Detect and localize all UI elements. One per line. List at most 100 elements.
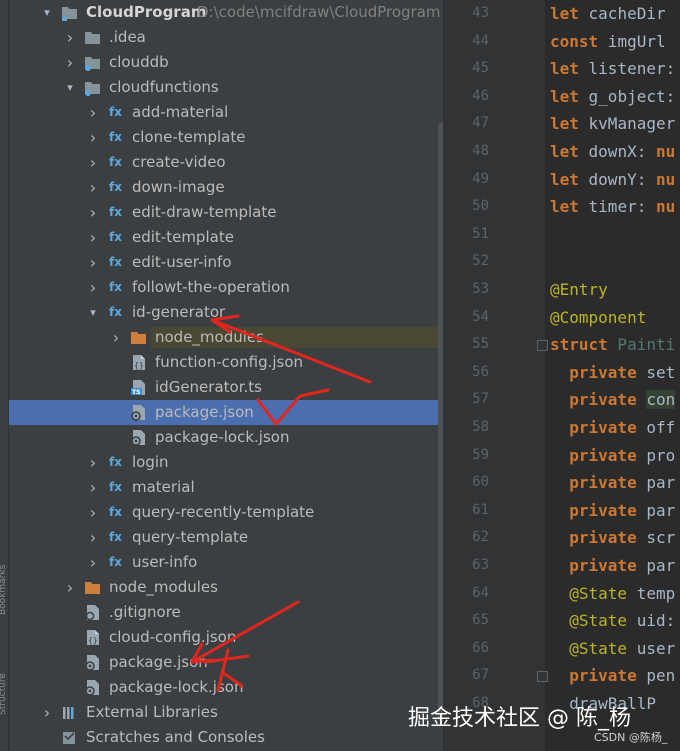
- tree-row[interactable]: {} cloud-config.json: [9, 625, 443, 650]
- tree-row[interactable]: › fx clone-template: [9, 125, 443, 150]
- chevron-down-icon[interactable]: ▾: [85, 300, 101, 325]
- tree-row[interactable]: › clouddb: [9, 50, 443, 75]
- chevron-right-icon[interactable]: ›: [85, 125, 101, 150]
- code-line[interactable]: @Component: [550, 304, 646, 331]
- fold-marker-icon[interactable]: [537, 671, 548, 683]
- chevron-right-icon[interactable]: ›: [62, 25, 78, 50]
- code-line[interactable]: let downY: nu: [550, 166, 675, 193]
- line-number: 47: [472, 115, 489, 132]
- tree-row[interactable]: › External Libraries: [9, 700, 443, 725]
- tree-row[interactable]: package.json: [9, 650, 443, 675]
- tree-row[interactable]: › fx down-image: [9, 175, 443, 200]
- code-line[interactable]: @State uid:: [550, 607, 675, 634]
- npm-file-icon: [84, 654, 101, 671]
- code-line[interactable]: private scr: [550, 524, 675, 551]
- code-line[interactable]: struct Painti: [550, 331, 675, 358]
- tree-row[interactable]: ▾ CloudProgram D:\code\mcifdraw\CloudProgr…: [9, 0, 443, 25]
- code-line[interactable]: private set: [550, 359, 675, 386]
- chevron-right-icon[interactable]: ›: [85, 175, 101, 200]
- tree-row[interactable]: › fx query-template: [9, 525, 443, 550]
- code-line[interactable]: @Entry: [550, 276, 608, 303]
- chevron-right-icon[interactable]: ›: [85, 500, 101, 525]
- tree-row-label: followt-the-operation: [132, 278, 290, 296]
- tree-row[interactable]: ▾ cloudfunctions: [9, 75, 443, 100]
- tree-row[interactable]: › fx create-video: [9, 150, 443, 175]
- chevron-right-icon[interactable]: ›: [85, 550, 101, 575]
- code-editor[interactable]: let cacheDir const imgUrl let listener: let…: [545, 0, 680, 751]
- line-number: 51: [472, 225, 489, 242]
- fx-icon: fx: [109, 180, 122, 194]
- chevron-right-icon[interactable]: ›: [62, 50, 78, 75]
- tree-row[interactable]: › fx login: [9, 450, 443, 475]
- chevron-right-icon[interactable]: ›: [39, 700, 55, 725]
- tree-row[interactable]: ▾ fx id-generator: [9, 300, 443, 325]
- code-line[interactable]: private pen: [550, 662, 675, 689]
- tree-row[interactable]: package-lock.json: [9, 425, 443, 450]
- tree-row[interactable]: package-lock.json: [9, 675, 443, 700]
- chevron-right-icon[interactable]: ›: [85, 225, 101, 250]
- code-token: nu: [655, 169, 676, 189]
- code-token: user: [627, 638, 676, 658]
- chevron-right-icon[interactable]: ›: [85, 275, 101, 300]
- code-token: @Component: [550, 307, 647, 327]
- tree-row[interactable]: › fx add-material: [9, 100, 443, 125]
- line-number: 56: [472, 363, 489, 380]
- tree-row[interactable]: › fx edit-template: [9, 225, 443, 250]
- text-file-icon: [84, 604, 101, 621]
- tree-row[interactable]: Scratches and Consoles: [9, 725, 443, 750]
- code-line[interactable]: let cacheDir: [550, 0, 666, 27]
- line-number: 43: [472, 5, 489, 21]
- code-line[interactable]: let timer: nu: [550, 193, 675, 220]
- code-line[interactable]: let kvManager: [550, 110, 675, 137]
- fx-icon: fx: [109, 280, 122, 294]
- code-line[interactable]: @State temp: [550, 580, 675, 607]
- code-line[interactable]: let listener:: [550, 55, 675, 82]
- tree-row[interactable]: › fx edit-user-info: [9, 250, 443, 275]
- chevron-right-icon[interactable]: ›: [85, 150, 101, 175]
- code-line[interactable]: @State user: [550, 635, 675, 662]
- chevron-right-icon[interactable]: ›: [85, 200, 101, 225]
- tree-row[interactable]: package.json: [9, 400, 443, 425]
- chevron-right-icon[interactable]: ›: [62, 575, 78, 600]
- tree-row[interactable]: › fx material: [9, 475, 443, 500]
- code-line[interactable]: private con: [550, 386, 676, 413]
- tree-row[interactable]: › fx edit-draw-template: [9, 200, 443, 225]
- chevron-right-icon[interactable]: ›: [85, 475, 101, 500]
- tree-row[interactable]: › node_modules: [9, 575, 443, 600]
- chevron-right-icon[interactable]: ›: [85, 100, 101, 125]
- code-token: nu: [655, 142, 676, 161]
- tree-row[interactable]: TS idGenerator.ts: [9, 375, 443, 400]
- chevron-right-icon[interactable]: ›: [85, 250, 101, 275]
- chevron-right-icon[interactable]: ›: [85, 525, 101, 550]
- tree-row[interactable]: › fx user-info: [9, 550, 443, 575]
- chevron-down-icon[interactable]: ▾: [39, 0, 55, 25]
- code-line[interactable]: private par: [550, 552, 675, 579]
- chevron-down-icon[interactable]: ▾: [62, 75, 78, 100]
- tree-row[interactable]: › fx followt-the-operation: [9, 275, 443, 300]
- code-line[interactable]: let g_object:: [550, 83, 675, 110]
- code-line[interactable]: private par: [550, 469, 675, 496]
- chevron-right-icon[interactable]: ›: [108, 325, 124, 350]
- code-line[interactable]: let downX: nu: [550, 138, 675, 165]
- code-line[interactable]: private off: [550, 414, 675, 441]
- tree-row[interactable]: › fx query-recently-template: [9, 500, 443, 525]
- json-file-icon: {}: [130, 354, 147, 371]
- tree-row[interactable]: .gitignore: [9, 600, 443, 625]
- chevron-right-icon[interactable]: ›: [85, 450, 101, 475]
- code-token: struct: [550, 335, 608, 355]
- tree-row-label: edit-user-info: [132, 253, 232, 271]
- tree-row[interactable]: › node_modules: [9, 325, 443, 350]
- tree-row-label: node_modules: [109, 578, 218, 596]
- code-line[interactable]: private pro: [550, 442, 675, 469]
- tree-row[interactable]: {} function-config.json: [9, 350, 443, 375]
- structure-tab[interactable]: Structure: [0, 673, 8, 715]
- code-line[interactable]: private par: [550, 497, 675, 524]
- code-token: temp: [627, 583, 676, 603]
- code-line[interactable]: const imgUrl: [550, 28, 666, 55]
- tree-row[interactable]: › .idea: [9, 25, 443, 50]
- fold-marker-icon[interactable]: [537, 340, 548, 352]
- code-token: pen: [636, 666, 676, 686]
- module-folder-icon: [61, 4, 78, 21]
- bookmarks-tab[interactable]: Bookmarks: [0, 565, 8, 615]
